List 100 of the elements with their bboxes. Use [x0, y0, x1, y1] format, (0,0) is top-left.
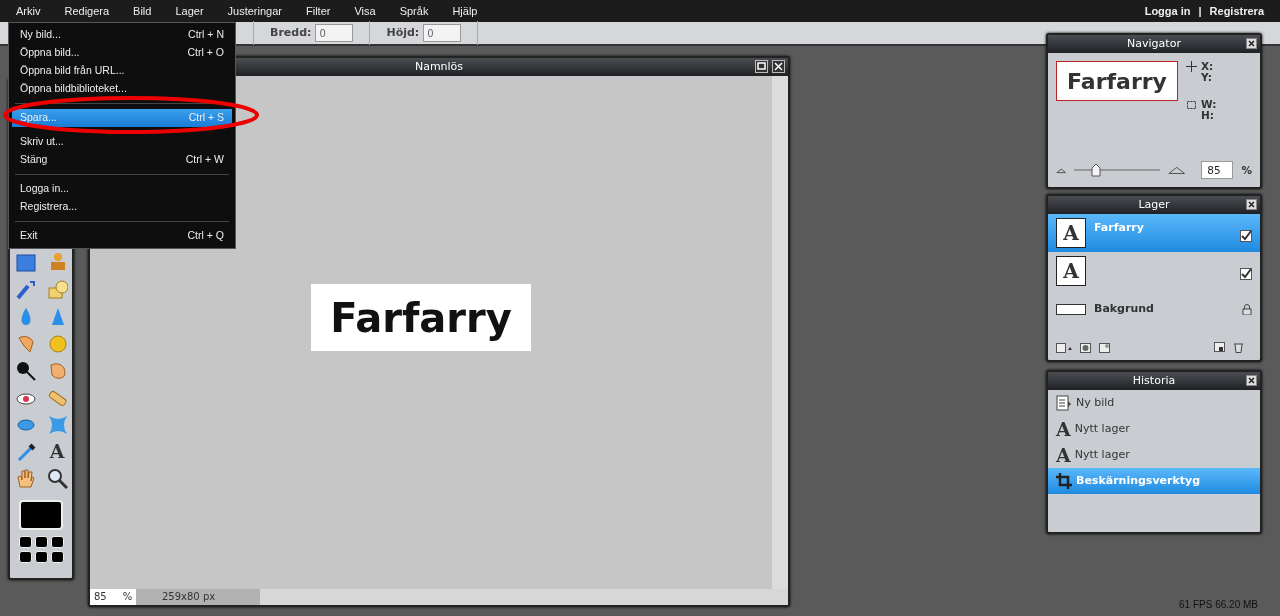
- selection-size-icon: [1186, 99, 1197, 110]
- crosshair-icon: [1186, 61, 1197, 72]
- color-swatch[interactable]: [18, 536, 32, 548]
- hand-icon[interactable]: [14, 467, 36, 489]
- menu-item[interactable]: Visa: [342, 0, 388, 22]
- color-swatch[interactable]: [34, 551, 48, 563]
- lens-icon[interactable]: [14, 359, 36, 381]
- star-shape-icon[interactable]: [46, 413, 68, 435]
- menu-item[interactable]: Arkiv: [4, 0, 53, 22]
- layer-name: Bakgrund: [1094, 300, 1154, 317]
- menu-item-label: Spara...: [20, 110, 57, 126]
- layer-row[interactable]: A: [1048, 252, 1260, 290]
- menu-item[interactable]: Öppna bild... Ctrl + O: [12, 44, 232, 62]
- text-glyph: A: [1056, 445, 1071, 465]
- mask-icon[interactable]: [1080, 342, 1091, 353]
- crop-icon: [1056, 473, 1072, 489]
- effects-icon[interactable]: [1099, 342, 1110, 353]
- menu-item-label: Ny bild...: [20, 27, 61, 43]
- status-text: 61 FPS 66.20 MB: [1179, 598, 1258, 612]
- zoom-in-icon[interactable]: [1167, 165, 1186, 175]
- coordinate-label: X:: [1201, 61, 1214, 72]
- menu-item[interactable]: Lager: [163, 0, 216, 22]
- slider-thumb[interactable]: [1090, 163, 1101, 177]
- history-item[interactable]: Ny bild: [1048, 390, 1260, 416]
- menu-item[interactable]: Exit Ctrl + Q: [12, 227, 232, 245]
- layer-thumbnail: A: [1056, 218, 1086, 248]
- navigator-preview: Farfarry: [1056, 61, 1178, 101]
- menu-item[interactable]: Redigera: [52, 0, 122, 22]
- history-label: Nytt lager: [1074, 446, 1130, 463]
- image-size: 259x80 px: [136, 589, 260, 605]
- scrollbar[interactable]: [772, 76, 788, 589]
- checked-checkbox[interactable]: [1240, 268, 1252, 280]
- menu-item[interactable]: Hjälp: [440, 0, 490, 22]
- menu-item[interactable]: Skriv ut...: [12, 133, 232, 151]
- checked-checkbox[interactable]: [1240, 230, 1252, 242]
- menu-item-label: Logga in...: [20, 181, 70, 197]
- menu-item[interactable]: Öppna bild från URL...: [12, 62, 232, 80]
- account-link[interactable]: Logga in: [1144, 2, 1191, 20]
- layer-thumbnail: [1056, 303, 1086, 315]
- menu-item-label: Stäng: [20, 152, 48, 168]
- trash-icon[interactable]: [1233, 342, 1244, 353]
- color-swatch[interactable]: [50, 551, 64, 563]
- field-label: Höjd:: [386, 24, 420, 41]
- close-icon[interactable]: [1246, 375, 1257, 386]
- rectangle-icon[interactable]: [14, 251, 36, 273]
- layer-thumbnail: A: [1056, 256, 1086, 286]
- text-tool[interactable]: A: [49, 441, 65, 461]
- panel-title: Navigator: [1127, 37, 1181, 50]
- new-layer-icon[interactable]: [1214, 342, 1225, 352]
- color-swatch[interactable]: [19, 500, 63, 530]
- document-icon: [1056, 395, 1072, 411]
- input-field[interactable]: 0: [423, 24, 462, 42]
- menu-item[interactable]: Filter: [294, 0, 343, 22]
- layer-row[interactable]: Bakgrund: [1048, 290, 1260, 328]
- size-label: W:: [1201, 99, 1217, 110]
- shortcut-text: Ctrl + S: [188, 110, 224, 126]
- layer-name: Farfarry: [1094, 220, 1144, 236]
- shortcut-text: Ctrl + O: [187, 45, 224, 61]
- menu-item[interactable]: Logga in...: [12, 180, 232, 198]
- shortcut-text: Ctrl + W: [185, 152, 224, 168]
- zoom-out-icon[interactable]: [1056, 166, 1067, 174]
- maximize-icon[interactable]: [755, 60, 768, 73]
- history-label: Nytt lager: [1074, 420, 1130, 437]
- input-field[interactable]: 0: [315, 24, 354, 42]
- size-label: H:: [1201, 110, 1215, 121]
- coordinate-label: Y:: [1201, 72, 1213, 83]
- zoom-value[interactable]: 85: [94, 589, 107, 605]
- panel-title: Lager: [1138, 198, 1170, 211]
- blend-mode-icon[interactable]: [1056, 342, 1072, 353]
- field-label: Bredd:: [270, 24, 312, 41]
- zoom-unit: %: [1241, 164, 1252, 176]
- history-item[interactable]: A Nytt lager: [1048, 442, 1260, 468]
- menu-item[interactable]: Språk: [387, 0, 441, 22]
- history-label: Beskärningsverktyg: [1076, 472, 1201, 489]
- shortcut-text: Ctrl + N: [188, 27, 224, 43]
- close-icon[interactable]: [772, 60, 785, 73]
- close-icon[interactable]: [1246, 199, 1257, 210]
- menu-item[interactable]: Justeringar: [215, 0, 294, 22]
- history-label: Ny bild: [1076, 394, 1115, 411]
- menu-item-label: Exit: [20, 228, 38, 244]
- menu-item[interactable]: Öppna bildbiblioteket...: [12, 80, 232, 98]
- text-glyph: A: [1056, 419, 1071, 439]
- window-title: Namnlös: [414, 60, 464, 73]
- account-link[interactable]: Registrera: [1209, 2, 1264, 20]
- zoom-icon[interactable]: [46, 467, 68, 489]
- close-icon[interactable]: [1246, 38, 1257, 49]
- menu-item[interactable]: Ny bild... Ctrl + N: [12, 26, 232, 44]
- zoom-field[interactable]: 85: [1201, 161, 1234, 179]
- color-swatch[interactable]: [34, 536, 48, 548]
- lock-icon[interactable]: [1242, 302, 1252, 315]
- layer-row[interactable]: A Farfarry: [1048, 214, 1260, 252]
- shortcut-text: Ctrl + Q: [187, 228, 224, 244]
- menu-item[interactable]: Stäng Ctrl + W: [12, 151, 232, 169]
- color-swatch[interactable]: [18, 551, 32, 563]
- menu-item[interactable]: Registrera...: [12, 198, 232, 216]
- menu-item-label: Skriv ut...: [20, 134, 64, 150]
- menu-item[interactable]: Bild: [121, 0, 164, 22]
- history-item[interactable]: A Nytt lager: [1048, 416, 1260, 442]
- brush-icon[interactable]: [14, 278, 36, 300]
- color-swatch[interactable]: [50, 536, 64, 548]
